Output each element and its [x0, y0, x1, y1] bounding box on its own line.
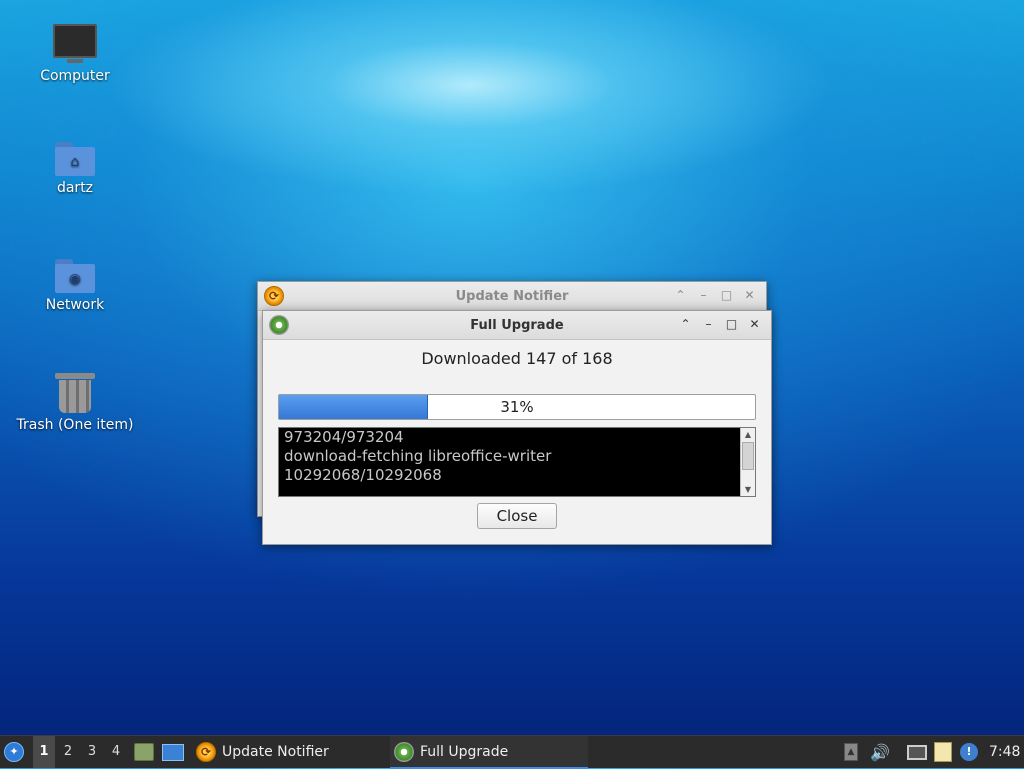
tray-network[interactable]: [907, 736, 927, 768]
clock[interactable]: 7:48: [989, 736, 1020, 768]
download-log[interactable]: 973204/973204 download-fetching libreoff…: [278, 427, 756, 497]
download-progress-bar: 31%: [278, 394, 756, 420]
desktop-icon-label: Trash (One item): [16, 417, 134, 433]
workspace-1[interactable]: 1: [33, 736, 55, 768]
shade-icon[interactable]: ⌃: [672, 286, 689, 304]
update-notifier-titlebar[interactable]: ⟳ Update Notifier ⌃ – □ ✕: [258, 282, 766, 311]
clipboard-icon: [934, 742, 952, 762]
update-notifier-icon: ⟳: [196, 741, 216, 762]
close-icon[interactable]: ✕: [741, 286, 758, 304]
workspace-3[interactable]: 3: [81, 736, 103, 768]
full-upgrade-window: Full Upgrade ⌃ – □ ✕ Downloaded 147 of 1…: [262, 310, 772, 545]
trash-icon: [55, 373, 95, 413]
task-update-notifier[interactable]: ⟳ Update Notifier: [192, 736, 386, 767]
minimize-icon[interactable]: –: [695, 286, 712, 304]
network-icon: [907, 744, 927, 760]
task-label: Update Notifier: [222, 743, 329, 760]
computer-icon: [53, 24, 97, 63]
log-scrollbar[interactable]: ▲ ▼: [740, 428, 755, 496]
minimize-icon[interactable]: –: [700, 315, 717, 333]
tray-notifications[interactable]: !: [960, 736, 978, 768]
scroll-down-icon[interactable]: ▼: [741, 483, 755, 496]
taskbar: ✦ 1 2 3 4 ⟳ Update Notifier Full Upgrade…: [0, 735, 1024, 769]
close-icon[interactable]: ✕: [746, 315, 763, 333]
task-full-upgrade[interactable]: Full Upgrade: [390, 736, 588, 769]
download-status: Downloaded 147 of 168: [421, 349, 613, 368]
scroll-up-icon[interactable]: ▲: [741, 428, 755, 441]
desktop-icon-computer[interactable]: Computer: [10, 24, 140, 84]
scroll-thumb[interactable]: [742, 442, 754, 470]
tray-volume[interactable]: 🔊: [870, 736, 890, 768]
maximize-icon[interactable]: □: [723, 315, 740, 333]
gear-icon: [394, 741, 414, 762]
full-upgrade-titlebar[interactable]: Full Upgrade ⌃ – □ ✕: [263, 311, 771, 340]
workspace-switcher: 1 2 3 4: [33, 736, 127, 768]
shade-icon[interactable]: ⌃: [677, 315, 694, 333]
desktop-icon: [162, 743, 184, 761]
eject-icon: ▲: [844, 743, 858, 761]
desktop-icon-label: Computer: [40, 68, 110, 84]
tray-clipboard[interactable]: [934, 736, 952, 768]
desktop-icon-label: Network: [45, 297, 105, 313]
desktop-icon-home-folder[interactable]: ⌂ dartz: [10, 142, 140, 196]
maximize-icon[interactable]: □: [718, 286, 735, 304]
info-icon: !: [960, 743, 978, 761]
log-text: 973204/973204 download-fetching libreoff…: [284, 428, 552, 484]
file-manager-icon: [134, 743, 154, 761]
task-label: Full Upgrade: [420, 743, 509, 760]
tray-updates[interactable]: ▲: [844, 736, 858, 768]
close-button[interactable]: Close: [477, 503, 557, 529]
start-menu-button[interactable]: ✦: [4, 736, 28, 768]
workspace-4[interactable]: 4: [105, 736, 127, 768]
quicklaunch-show-desktop[interactable]: [162, 736, 184, 768]
quicklaunch-file-manager[interactable]: [134, 736, 154, 768]
desktop-icon-network[interactable]: ◉ Network: [10, 259, 140, 313]
volume-icon: 🔊: [870, 742, 890, 762]
progress-label: 31%: [500, 398, 534, 416]
workspace-2[interactable]: 2: [57, 736, 79, 768]
network-folder-icon: ◉: [55, 259, 95, 293]
home-folder-icon: ⌂: [55, 142, 95, 176]
desktop-icon-trash[interactable]: Trash (One item): [10, 373, 140, 433]
lubuntu-logo-icon: ✦: [4, 742, 24, 762]
desktop-icon-label: dartz: [56, 180, 94, 196]
